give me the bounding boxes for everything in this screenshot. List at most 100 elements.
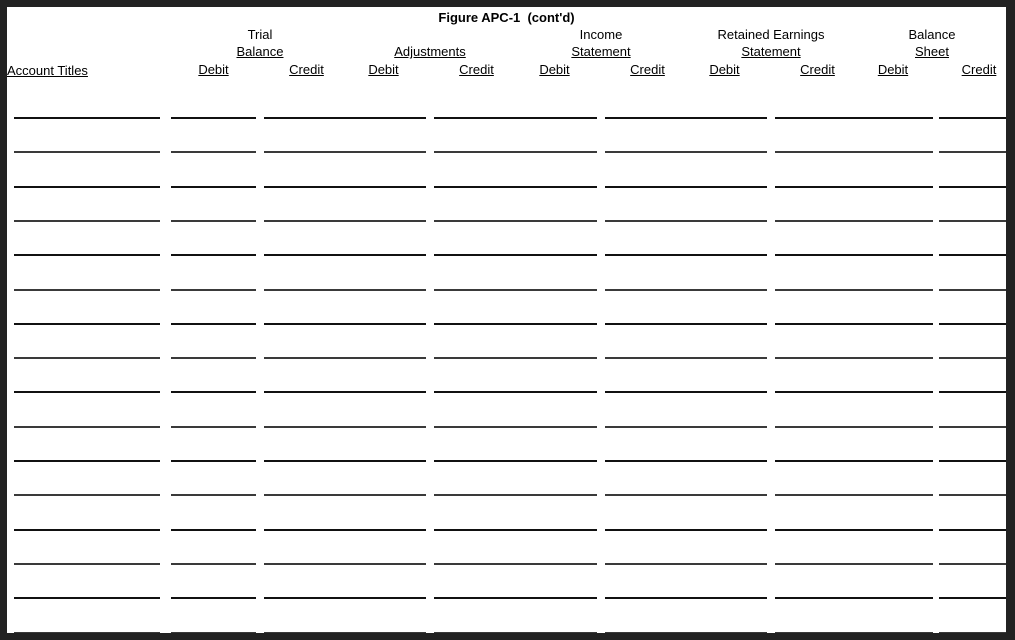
rule-line-trial-balance-credit[interactable] <box>264 426 349 428</box>
rule-line-adjustments-credit[interactable] <box>434 426 519 428</box>
rule-line-trial-balance-debit[interactable] <box>171 186 256 188</box>
rule-line-retained-earnings-statement-debit[interactable] <box>682 289 767 291</box>
rule-line-balance-sheet-credit[interactable] <box>939 494 1006 496</box>
rule-line-adjustments-credit[interactable] <box>434 391 519 393</box>
rule-line-trial-balance-debit[interactable] <box>171 494 256 496</box>
rule-line-retained-earnings-statement-debit[interactable] <box>682 391 767 393</box>
rule-line-retained-earnings-statement-debit[interactable] <box>682 563 767 565</box>
rule-line-balance-sheet-debit[interactable] <box>853 494 933 496</box>
rule-line-trial-balance-debit[interactable] <box>171 391 256 393</box>
rule-line-trial-balance-debit[interactable] <box>171 426 256 428</box>
rule-line-balance-sheet-credit[interactable] <box>939 391 1006 393</box>
rule-line-income-statement-debit[interactable] <box>512 357 597 359</box>
rule-line-balance-sheet-credit[interactable] <box>939 357 1006 359</box>
rule-line-income-statement-debit[interactable] <box>512 323 597 325</box>
rule-line-income-statement-credit[interactable] <box>605 220 690 222</box>
rule-line-balance-sheet-debit[interactable] <box>853 563 933 565</box>
rule-line-income-statement-credit[interactable] <box>605 151 690 153</box>
rule-line-income-statement-credit[interactable] <box>605 460 690 462</box>
rule-line-retained-earnings-statement-credit[interactable] <box>775 323 860 325</box>
rule-line-trial-balance-credit[interactable] <box>264 220 349 222</box>
rule-line-income-statement-debit[interactable] <box>512 597 597 599</box>
rule-line-adjustments-debit[interactable] <box>341 632 426 633</box>
rule-line-balance-sheet-debit[interactable] <box>853 597 933 599</box>
rule-line-trial-balance-debit[interactable] <box>171 117 256 119</box>
rule-line-retained-earnings-statement-credit[interactable] <box>775 289 860 291</box>
rule-line-income-statement-credit[interactable] <box>605 391 690 393</box>
rule-line-trial-balance-debit[interactable] <box>171 323 256 325</box>
rule-line-trial-balance-credit[interactable] <box>264 254 349 256</box>
rule-line-income-statement-credit[interactable] <box>605 186 690 188</box>
rule-line-account-title[interactable] <box>14 426 160 428</box>
rule-line-adjustments-debit[interactable] <box>341 426 426 428</box>
rule-line-retained-earnings-statement-credit[interactable] <box>775 563 860 565</box>
rule-line-retained-earnings-statement-credit[interactable] <box>775 357 860 359</box>
rule-line-adjustments-credit[interactable] <box>434 186 519 188</box>
rule-line-balance-sheet-debit[interactable] <box>853 632 933 633</box>
rule-line-retained-earnings-statement-debit[interactable] <box>682 494 767 496</box>
rule-line-balance-sheet-credit[interactable] <box>939 289 1006 291</box>
rule-line-balance-sheet-debit[interactable] <box>853 289 933 291</box>
rule-line-balance-sheet-credit[interactable] <box>939 529 1006 531</box>
rule-line-account-title[interactable] <box>14 391 160 393</box>
rule-line-adjustments-debit[interactable] <box>341 323 426 325</box>
rule-line-trial-balance-credit[interactable] <box>264 151 349 153</box>
rule-line-income-statement-credit[interactable] <box>605 289 690 291</box>
rule-line-adjustments-debit[interactable] <box>341 391 426 393</box>
rule-line-adjustments-credit[interactable] <box>434 151 519 153</box>
rule-line-balance-sheet-debit[interactable] <box>853 186 933 188</box>
rule-line-retained-earnings-statement-credit[interactable] <box>775 529 860 531</box>
rule-line-trial-balance-credit[interactable] <box>264 391 349 393</box>
rule-line-adjustments-debit[interactable] <box>341 254 426 256</box>
rule-line-account-title[interactable] <box>14 529 160 531</box>
rule-line-trial-balance-credit[interactable] <box>264 529 349 531</box>
rule-line-retained-earnings-statement-debit[interactable] <box>682 426 767 428</box>
rule-line-trial-balance-debit[interactable] <box>171 597 256 599</box>
rule-line-income-statement-debit[interactable] <box>512 151 597 153</box>
rule-line-adjustments-credit[interactable] <box>434 289 519 291</box>
rule-line-trial-balance-debit[interactable] <box>171 632 256 633</box>
rule-line-retained-earnings-statement-credit[interactable] <box>775 426 860 428</box>
rule-line-adjustments-credit[interactable] <box>434 117 519 119</box>
rule-line-adjustments-debit[interactable] <box>341 117 426 119</box>
rule-line-account-title[interactable] <box>14 632 160 633</box>
rule-line-account-title[interactable] <box>14 597 160 599</box>
rule-line-retained-earnings-statement-credit[interactable] <box>775 151 860 153</box>
rule-line-income-statement-debit[interactable] <box>512 186 597 188</box>
rule-line-account-title[interactable] <box>14 220 160 222</box>
rule-line-income-statement-credit[interactable] <box>605 357 690 359</box>
rule-line-adjustments-credit[interactable] <box>434 494 519 496</box>
rule-line-retained-earnings-statement-debit[interactable] <box>682 220 767 222</box>
rule-line-balance-sheet-credit[interactable] <box>939 151 1006 153</box>
rule-line-income-statement-credit[interactable] <box>605 563 690 565</box>
rule-line-retained-earnings-statement-credit[interactable] <box>775 220 860 222</box>
rule-line-retained-earnings-statement-credit[interactable] <box>775 494 860 496</box>
rule-line-trial-balance-credit[interactable] <box>264 597 349 599</box>
rule-line-income-statement-debit[interactable] <box>512 494 597 496</box>
rule-line-retained-earnings-statement-credit[interactable] <box>775 597 860 599</box>
rule-line-income-statement-credit[interactable] <box>605 254 690 256</box>
rule-line-account-title[interactable] <box>14 494 160 496</box>
rule-line-adjustments-credit[interactable] <box>434 632 519 633</box>
rule-line-retained-earnings-statement-debit[interactable] <box>682 460 767 462</box>
rule-line-balance-sheet-credit[interactable] <box>939 460 1006 462</box>
rule-line-retained-earnings-statement-debit[interactable] <box>682 597 767 599</box>
rule-line-adjustments-credit[interactable] <box>434 563 519 565</box>
rule-line-trial-balance-credit[interactable] <box>264 289 349 291</box>
rule-line-retained-earnings-statement-credit[interactable] <box>775 632 860 633</box>
rule-line-income-statement-debit[interactable] <box>512 563 597 565</box>
rule-line-retained-earnings-statement-debit[interactable] <box>682 357 767 359</box>
rule-line-income-statement-credit[interactable] <box>605 632 690 633</box>
rule-line-trial-balance-credit[interactable] <box>264 632 349 633</box>
rule-line-adjustments-debit[interactable] <box>341 494 426 496</box>
rule-line-balance-sheet-debit[interactable] <box>853 426 933 428</box>
rule-line-adjustments-credit[interactable] <box>434 357 519 359</box>
rule-line-retained-earnings-statement-debit[interactable] <box>682 529 767 531</box>
rule-line-adjustments-credit[interactable] <box>434 597 519 599</box>
rule-line-retained-earnings-statement-debit[interactable] <box>682 186 767 188</box>
rule-line-trial-balance-debit[interactable] <box>171 151 256 153</box>
rule-line-income-statement-debit[interactable] <box>512 289 597 291</box>
rule-line-balance-sheet-credit[interactable] <box>939 632 1006 633</box>
rule-line-income-statement-debit[interactable] <box>512 460 597 462</box>
rule-line-adjustments-debit[interactable] <box>341 220 426 222</box>
